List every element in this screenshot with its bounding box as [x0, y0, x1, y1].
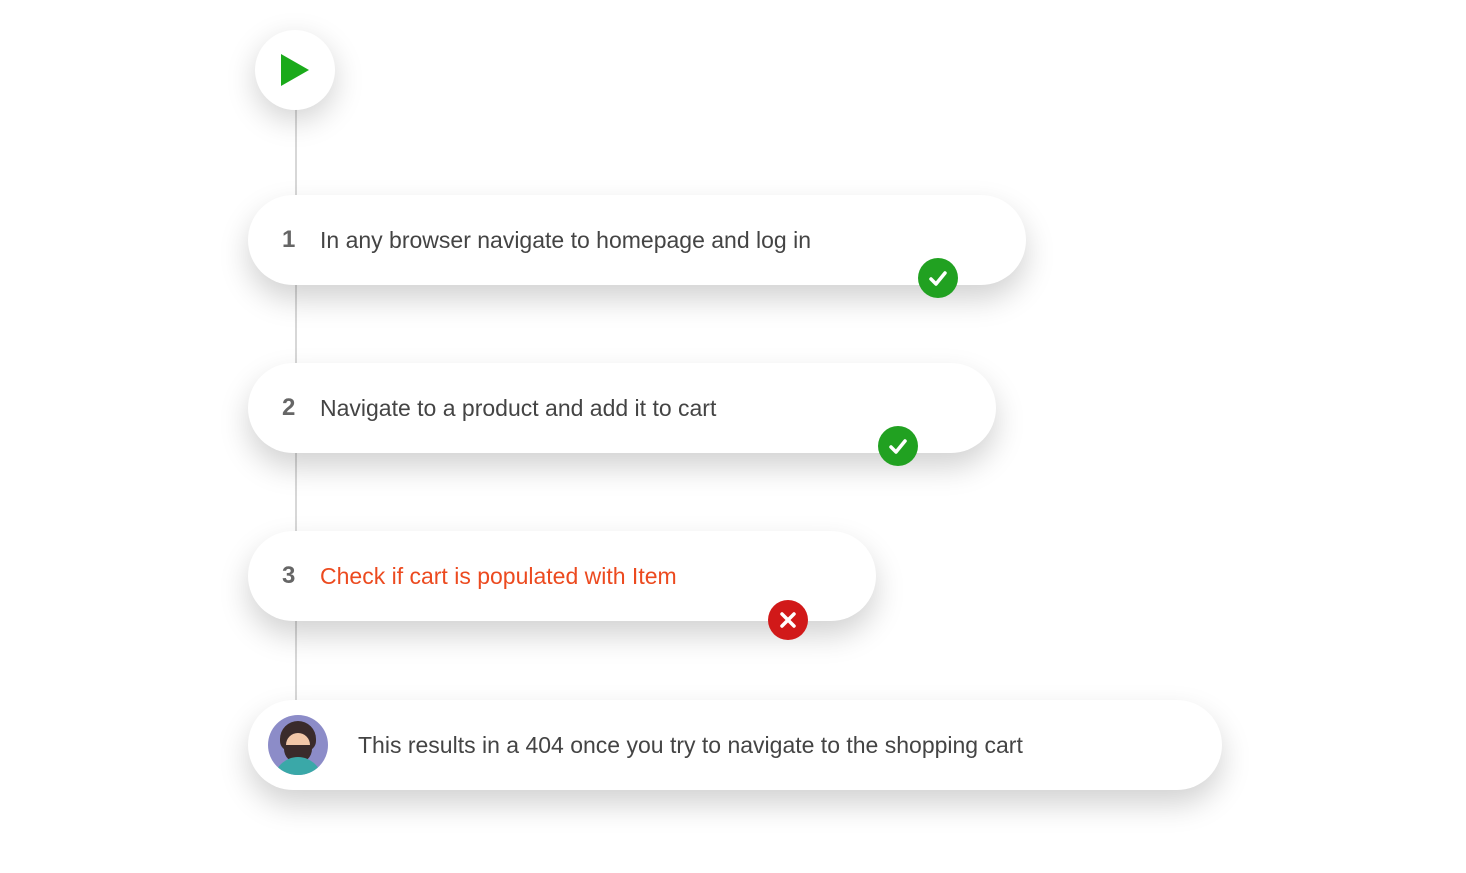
step-card-1[interactable]: 1 In any browser navigate to homepage an… — [248, 195, 1026, 285]
check-icon — [927, 267, 949, 289]
step-text: In any browser navigate to homepage and … — [320, 227, 811, 254]
comment-card[interactable]: This results in a 404 once you try to na… — [248, 700, 1222, 790]
play-icon — [281, 54, 309, 86]
check-icon — [887, 435, 909, 457]
person-avatar-icon — [268, 715, 328, 775]
step-number: 2 — [282, 394, 320, 422]
step-text: Check if cart is populated with Item — [320, 563, 677, 590]
test-steps-diagram: 1 In any browser navigate to homepage an… — [0, 0, 1466, 873]
status-badge-pass — [878, 426, 918, 466]
step-number: 1 — [282, 226, 320, 254]
comment-text: This results in a 404 once you try to na… — [358, 732, 1023, 759]
status-badge-pass — [918, 258, 958, 298]
play-button[interactable] — [255, 30, 335, 110]
x-icon — [778, 610, 798, 630]
step-number: 3 — [282, 562, 320, 590]
step-text: Navigate to a product and add it to cart — [320, 395, 716, 422]
status-badge-fail — [768, 600, 808, 640]
